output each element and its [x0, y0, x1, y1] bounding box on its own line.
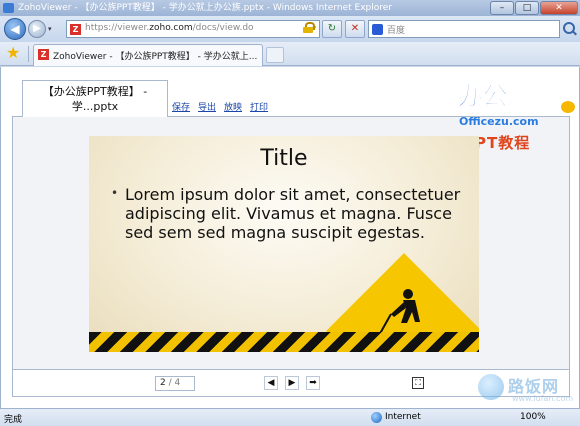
tab-title: ZohoViewer - 【办公族PPT教程】 - 学办公就上...	[53, 52, 258, 62]
tab-divider	[28, 46, 29, 62]
zoom-level[interactable]: 100%	[520, 412, 546, 422]
lufan-watermark: 路饭网 www.lufan.com	[478, 368, 578, 408]
document-title-line1: 【办公族PPT教程】 -	[42, 85, 148, 98]
document-tab[interactable]: 【办公族PPT教程】 - 学...pptx	[22, 80, 168, 117]
favorites-star-icon[interactable]: ★	[6, 45, 20, 61]
address-toolbar: ◀ ▶ ▾ Z https://viewer.zoho.com/docs/vie…	[0, 16, 580, 42]
search-placeholder: 百度	[387, 26, 406, 36]
previous-slide-button[interactable]: ◀	[264, 376, 278, 390]
internet-zone-icon	[371, 412, 382, 423]
forward-button[interactable]: ▶	[28, 20, 46, 38]
logo-en: Officezu.com	[459, 115, 539, 128]
worker-icon	[369, 289, 420, 341]
stop-button[interactable]: ✕	[345, 20, 365, 38]
window-titlebar: ZohoViewer - 【办公族PPT教程】 - 学办公就上办公族.pptx …	[0, 0, 580, 16]
tab-strip: ★ Z ZohoViewer - 【办公族PPT教程】 - 学办公就上...	[0, 42, 580, 66]
page-content: 【办公族PPT教程】 - 学...pptx 保存 导出 放映 打印 办公族 Of…	[0, 67, 580, 408]
baidu-logo-icon	[372, 24, 383, 35]
window-title: ZohoViewer - 【办公族PPT教程】 - 学办公就上办公族.pptx …	[18, 3, 392, 13]
page-number-input[interactable]: 2 / 4	[155, 376, 195, 391]
lock-icon[interactable]	[303, 22, 315, 33]
play-slide-button[interactable]: ▶	[285, 376, 299, 390]
back-button[interactable]: ◀	[4, 18, 26, 40]
document-title-line2: 学...pptx	[71, 100, 119, 113]
ie-icon	[3, 3, 14, 13]
zoho-favicon-icon: Z	[70, 24, 81, 35]
print-link[interactable]: 打印	[250, 100, 268, 113]
maximize-button[interactable]: □	[515, 1, 539, 15]
history-dropdown-icon[interactable]: ▾	[48, 25, 52, 33]
document-actions: 保存 导出 放映 打印	[172, 100, 268, 113]
status-bar: 完成 Internet 100%	[0, 408, 580, 426]
search-icon[interactable]	[563, 22, 575, 34]
refresh-button[interactable]: ↻	[322, 20, 342, 38]
status-text: 完成	[4, 415, 23, 425]
search-input[interactable]: 百度	[368, 20, 560, 38]
watermark-icon	[478, 374, 504, 400]
minimize-button[interactable]: –	[490, 1, 514, 15]
tab-zohoviewer[interactable]: Z ZohoViewer - 【办公族PPT教程】 - 学办公就上...	[33, 44, 263, 66]
slideshow-link[interactable]: 放映	[224, 100, 242, 113]
save-link[interactable]: 保存	[172, 100, 190, 113]
zone-text: Internet	[385, 412, 421, 422]
next-slide-button[interactable]: ➡	[306, 376, 320, 390]
logo-badge-icon	[561, 101, 575, 113]
slide-canvas: Title • Lorem ipsum dolor sit amet, cons…	[89, 136, 479, 352]
zoho-favicon-icon: Z	[38, 49, 49, 60]
close-button[interactable]: ✕	[540, 1, 578, 15]
export-link[interactable]: 导出	[198, 100, 216, 113]
address-text: https://viewer.zoho.com/docs/view.do	[85, 23, 254, 33]
hazard-stripe	[89, 332, 479, 352]
fullscreen-button[interactable]: ⛶	[412, 377, 424, 389]
new-tab-button[interactable]	[266, 47, 284, 63]
watermark-subtext: www.lufan.com	[512, 394, 574, 403]
logo-cn: 办公族	[456, 82, 533, 112]
window-controls: – □ ✕	[490, 1, 578, 15]
address-input[interactable]: Z https://viewer.zoho.com/docs/view.do ▾	[66, 20, 320, 38]
